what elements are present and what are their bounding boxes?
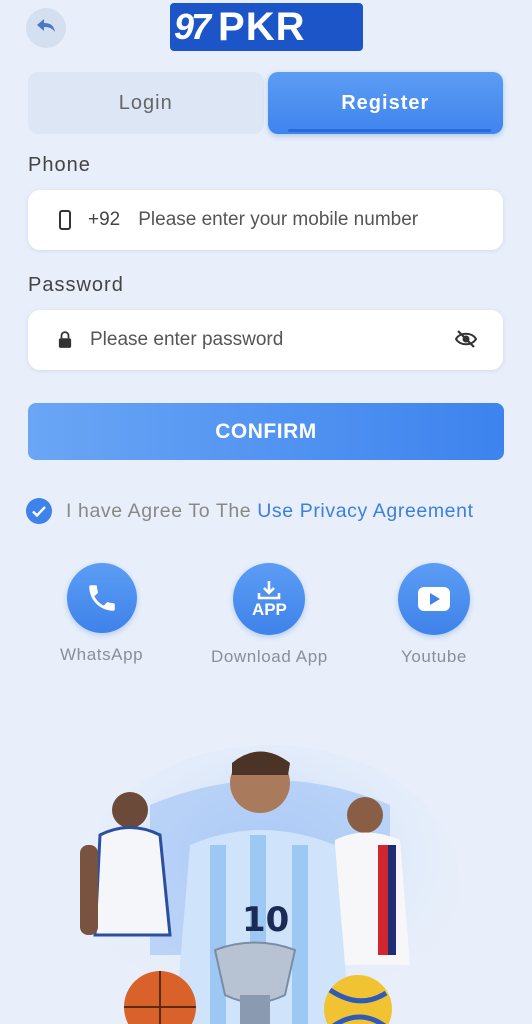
tab-login[interactable]: Login (28, 72, 264, 134)
logo-text: PKR (218, 4, 306, 49)
whatsapp-label: WhatsApp (60, 645, 144, 664)
phone-field[interactable]: +92 Please enter your mobile number (28, 190, 503, 250)
download-app-link[interactable]: APP Download App (211, 563, 328, 667)
back-arrow-icon (36, 18, 56, 39)
svg-text:10: 10 (242, 900, 289, 940)
back-button[interactable] (26, 8, 66, 48)
country-code[interactable]: +92 (88, 209, 120, 231)
app-icon-text: APP (251, 600, 287, 619)
agreement-text: I have Agree To The (66, 499, 252, 522)
sports-hero-illustration: 10 (60, 735, 480, 1024)
lock-icon (58, 330, 72, 350)
password-field[interactable]: Please enter password (28, 310, 503, 370)
youtube-play-icon[interactable] (398, 563, 470, 635)
download-app-icon[interactable]: APP (233, 563, 306, 635)
youtube-label: Youtube (401, 647, 467, 666)
phone-label: Phone (28, 154, 91, 176)
eye-off-icon[interactable] (454, 329, 478, 355)
logo-number: 97 (174, 6, 211, 47)
agreement-row: I have Agree To The Use Privacy Agreemen… (26, 497, 506, 525)
auth-tabs: Login Register (28, 72, 503, 134)
youtube-link[interactable]: Youtube (398, 563, 470, 667)
whatsapp-link[interactable]: WhatsApp (60, 563, 143, 665)
phone-icon[interactable] (66, 563, 137, 633)
check-icon (32, 505, 46, 517)
agreement-checkbox[interactable] (26, 498, 52, 524)
password-input[interactable]: Please enter password (90, 329, 283, 351)
download-app-label: Download App (211, 647, 328, 666)
privacy-agreement-link[interactable]: Use Privacy Agreement (257, 500, 473, 523)
password-label: Password (28, 274, 124, 296)
phone-input[interactable]: Please enter your mobile number (138, 209, 418, 231)
brand-logo: 97 PKR (170, 3, 363, 51)
confirm-button[interactable]: CONFIRM (28, 403, 504, 460)
mobile-phone-icon (58, 210, 72, 230)
tab-register[interactable]: Register (267, 72, 503, 134)
